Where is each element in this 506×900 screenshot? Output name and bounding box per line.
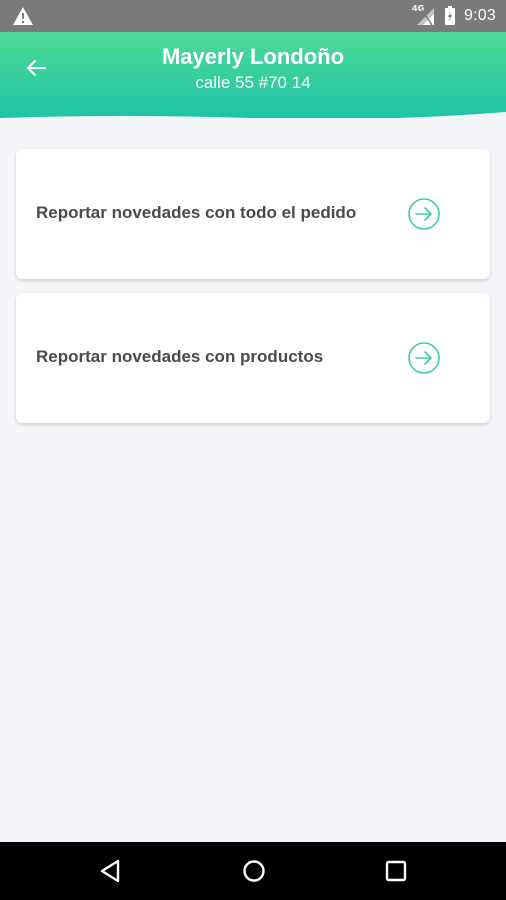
nav-home-button[interactable] <box>239 856 269 886</box>
arrow-right-circle-icon <box>408 198 440 230</box>
option-label: Reportar novedades con todo el pedido <box>36 203 357 222</box>
option-card-whole-order[interactable]: Reportar novedades con todo el pedido <box>16 149 490 279</box>
nav-recent-apps-icon <box>385 860 407 882</box>
page-title: Mayerly Londoño <box>161 44 345 69</box>
nav-recent-apps-button[interactable] <box>381 856 411 886</box>
app-screen: 4G 9:03 Mayerly Londoño calle 55 #70 14 … <box>0 0 506 900</box>
warning-icon <box>12 6 34 26</box>
signal-icon: 4G <box>412 4 436 26</box>
nav-back-button[interactable] <box>96 856 126 886</box>
nav-home-icon <box>243 860 265 882</box>
nav-back-icon <box>100 859 120 883</box>
arrow-right-circle-icon <box>408 342 440 374</box>
system-nav-bar <box>0 842 506 900</box>
page-subtitle: calle 55 #70 14 <box>195 73 311 92</box>
app-header: Mayerly Londoño calle 55 #70 14 <box>0 32 506 118</box>
status-time: 9:03 <box>464 7 496 24</box>
status-bar: 4G 9:03 <box>0 0 506 32</box>
battery-icon <box>444 6 456 26</box>
option-card-products[interactable]: Reportar novedades con productos <box>16 293 490 423</box>
status-icons: 4G 9:03 <box>412 0 496 32</box>
option-label: Reportar novedades con productos <box>36 347 324 366</box>
